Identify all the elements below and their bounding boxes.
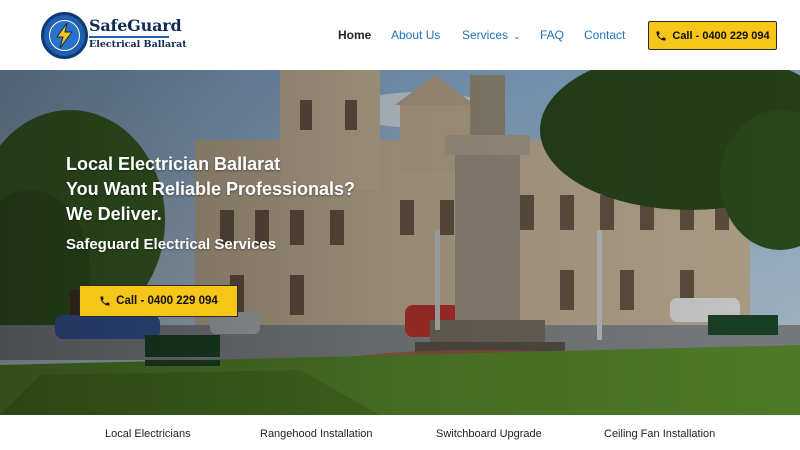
service-link-rangehood-installation[interactable]: Rangehood Installation [260, 428, 373, 440]
brand-title: SafeGuard [89, 16, 182, 35]
phone-icon [656, 31, 666, 40]
hero-banner: Local Electrician Ballarat You Want Reli… [0, 70, 800, 415]
nav-home[interactable]: Home [338, 28, 371, 42]
nav-faq[interactable]: FAQ [540, 28, 564, 42]
hero-heading-line-1: Local Electrician Ballarat [66, 154, 281, 174]
nav-services-label: Services [462, 28, 509, 42]
service-link-local-electricians[interactable]: Local Electricians [105, 428, 191, 440]
hero-heading-line-2: You Want Reliable Professionals? [66, 179, 356, 199]
hero-heading: Local Electrician Ballarat You Want Reli… [66, 152, 355, 227]
brand-logo[interactable]: SafeGuard Electrical Ballarat [41, 12, 187, 60]
hero-subheading: Safeguard Electrical Services [66, 236, 277, 253]
nav-contact[interactable]: Contact [584, 28, 625, 42]
header-call-button[interactable]: Call - 0400 229 094 [648, 21, 777, 50]
services-bar: Local Electricians Rangehood Installatio… [0, 415, 800, 450]
site-header: SafeGuard Electrical Ballarat Home About… [0, 0, 800, 70]
nav-about-us[interactable]: About Us [391, 28, 440, 42]
service-link-ceiling-fan-installation[interactable]: Ceiling Fan Installation [604, 428, 715, 440]
nav-services[interactable]: Services ⌄ [462, 28, 521, 42]
hero-heading-line-3: We Deliver. [66, 204, 162, 224]
service-link-switchboard-upgrade[interactable]: Switchboard Upgrade [436, 428, 542, 440]
brand-divider [89, 36, 169, 38]
hero-call-button[interactable]: Call - 0400 229 094 [79, 285, 238, 317]
brand-subtitle: Electrical Ballarat [89, 39, 187, 50]
phone-icon [100, 296, 110, 306]
chevron-down-icon: ⌄ [513, 31, 521, 41]
header-call-label: Call - 0400 229 094 [672, 29, 770, 42]
lightning-bolt-icon [41, 12, 88, 59]
hero-call-label: Call - 0400 229 094 [116, 295, 218, 307]
